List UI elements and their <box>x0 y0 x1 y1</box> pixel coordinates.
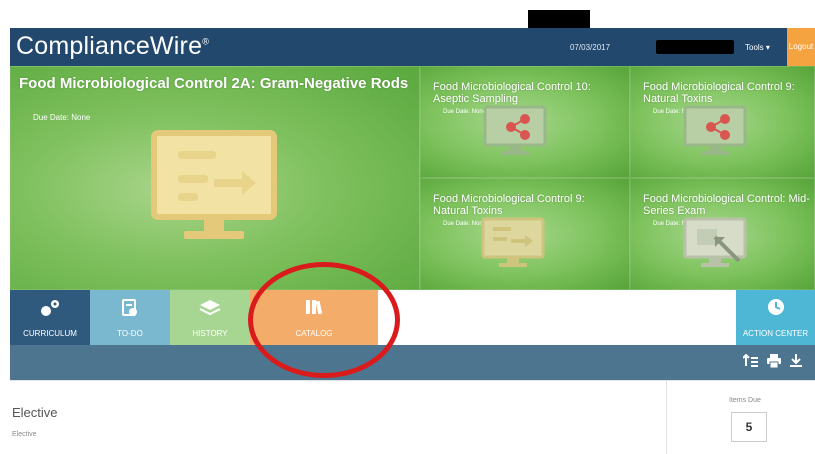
course-tile[interactable]: Food Microbiological Control 9: Natural … <box>420 178 630 290</box>
section-subtitle: Elective <box>12 431 37 438</box>
nav-item-action-center[interactable]: ACTION CENTER <box>736 290 815 345</box>
course-tile[interactable]: Food Microbiological Control 9: Natural … <box>630 66 815 178</box>
app-header: ComplianceWire® 07/03/2017 Tools ▾ Logou… <box>10 28 815 66</box>
nav-label: TO-DO <box>117 329 143 338</box>
course-title: Food Microbiological Control: Mid-Series… <box>643 193 810 217</box>
presentation-monitor-icon <box>481 217 545 267</box>
exam-monitor-icon <box>683 217 747 267</box>
sort-icon[interactable] <box>743 354 759 368</box>
list-toolbar <box>10 345 815 380</box>
course-due-date: Due Date: None <box>443 109 487 115</box>
history-icon <box>199 300 221 316</box>
items-due-count[interactable]: 5 <box>731 412 767 442</box>
course-title: Food Microbiological Control 9: Natural … <box>433 193 585 217</box>
course-tile[interactable]: Food Microbiological Control: Mid-Series… <box>630 178 815 290</box>
course-title: Food Microbiological Control 2A: Gram-Ne… <box>19 75 409 92</box>
nav-item-curriculum[interactable]: CURRICULUM <box>10 290 90 345</box>
nav-label: HISTORY <box>192 329 228 338</box>
share-monitor-icon <box>483 105 547 155</box>
action-center-icon <box>767 299 784 315</box>
nav-label: CURRICULUM <box>23 329 77 338</box>
section-title: Elective <box>12 405 58 420</box>
logout-button[interactable]: Logout <box>787 28 815 66</box>
nav-label: CATALOG <box>295 329 333 338</box>
featured-course-tile[interactable]: Food Microbiological Control 2A: Gram-Ne… <box>10 66 420 290</box>
course-carousel: Food Microbiological Control 2A: Gram-Ne… <box>10 66 815 290</box>
items-due-panel: Items Due 5 <box>666 381 815 454</box>
catalog-icon <box>306 300 323 315</box>
nav-item-todo[interactable]: TO-DO <box>90 290 170 345</box>
nav-label: ACTION CENTER <box>742 329 809 338</box>
redacted-username <box>656 40 734 54</box>
curriculum-icon <box>41 300 59 316</box>
course-title: Food Microbiological Control 9: Natural … <box>643 81 795 105</box>
items-due-label: Items Due <box>729 397 761 404</box>
nav-item-history[interactable]: HISTORY <box>170 290 250 345</box>
course-due-date: Due Date: None <box>33 113 91 122</box>
share-monitor-icon <box>683 105 747 155</box>
app-logo[interactable]: ComplianceWire® <box>16 32 209 61</box>
main-nav: CURRICULUM TO-DO HISTORY CATALOG ACTION … <box>10 290 815 345</box>
todo-icon <box>122 299 137 316</box>
current-date: 07/03/2017 <box>570 43 611 52</box>
download-icon[interactable] <box>789 354 803 368</box>
nav-item-catalog[interactable]: CATALOG <box>250 290 378 345</box>
course-title: Food Microbiological Control 10: Aseptic… <box>433 81 591 105</box>
course-tile[interactable]: Food Microbiological Control 10: Aseptic… <box>420 66 630 178</box>
print-icon[interactable] <box>766 354 782 368</box>
presentation-monitor-icon <box>151 130 277 239</box>
redaction-bar <box>528 10 590 30</box>
elective-section: Elective Elective Items Due 5 <box>10 380 815 454</box>
tools-menu-button[interactable]: Tools ▾ <box>745 43 770 52</box>
